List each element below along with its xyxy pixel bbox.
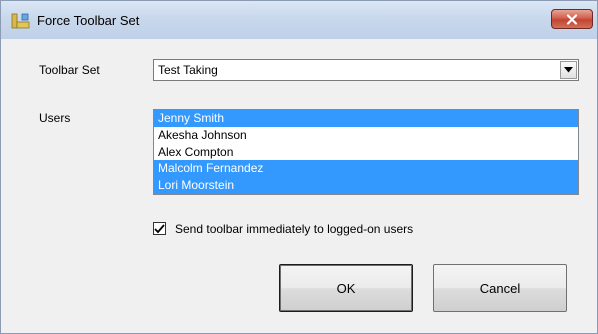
dialog-window: Force Toolbar Set Toolbar Set Test Takin…	[0, 0, 598, 334]
chevron-down-icon[interactable]	[560, 61, 577, 79]
window-title: Force Toolbar Set	[37, 13, 140, 28]
users-listbox[interactable]: Jenny Smith Akesha Johnson Alex Compton …	[153, 109, 579, 195]
user-list-item[interactable]: Jenny Smith	[154, 110, 578, 127]
toolbar-set-label: Toolbar Set	[39, 63, 100, 77]
toolbar-app-icon	[11, 12, 31, 30]
title-bar[interactable]: Force Toolbar Set	[1, 1, 597, 39]
toolbar-set-dropdown[interactable]: Test Taking	[153, 59, 579, 81]
user-list-item[interactable]: Akesha Johnson	[154, 126, 578, 144]
toolbar-set-value: Test Taking	[158, 63, 218, 77]
close-x-icon	[566, 13, 578, 25]
ok-button[interactable]: OK	[279, 264, 413, 312]
checkmark-icon	[154, 223, 165, 233]
cancel-button[interactable]: Cancel	[433, 264, 567, 312]
send-immediately-checkbox[interactable]	[153, 222, 166, 235]
dialog-body: Toolbar Set Test Taking Users Jenny Smit…	[9, 39, 589, 329]
user-list-item[interactable]: Malcolm Fernandez	[154, 160, 578, 178]
users-label: Users	[39, 111, 71, 125]
close-button[interactable]	[551, 9, 593, 29]
user-list-item[interactable]: Alex Compton	[154, 143, 578, 161]
send-immediately-label: Send toolbar immediately to logged-on us…	[175, 222, 414, 236]
user-list-item[interactable]: Lori Moorstein	[154, 177, 578, 194]
